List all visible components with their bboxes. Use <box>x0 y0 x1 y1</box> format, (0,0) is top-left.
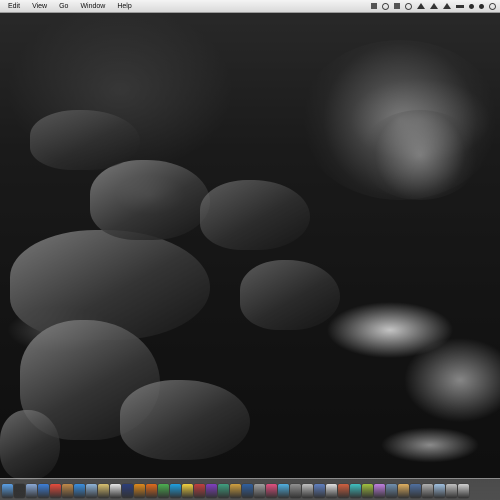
rock <box>30 110 140 170</box>
mail-icon[interactable] <box>26 484 37 498</box>
app-icon-32[interactable] <box>374 484 385 498</box>
app-icon-22[interactable] <box>254 484 265 498</box>
user-icon[interactable] <box>479 3 484 9</box>
iphoto-icon[interactable] <box>86 484 97 498</box>
volume-icon[interactable] <box>443 3 451 9</box>
rock <box>0 410 60 480</box>
addressbook-icon[interactable] <box>62 484 73 498</box>
timemachine-icon[interactable] <box>405 2 412 10</box>
menu-view[interactable]: View <box>26 3 53 10</box>
menu-edit[interactable]: Edit <box>2 3 26 10</box>
foliage <box>360 110 480 200</box>
trash-icon[interactable] <box>458 484 469 498</box>
menu-items: Edit View Go Window Help <box>0 3 138 10</box>
menu-bar: Edit View Go Window Help <box>0 0 500 13</box>
app-icon-20[interactable] <box>230 484 241 498</box>
wifi-icon[interactable] <box>430 3 438 9</box>
app-icon-24[interactable] <box>278 484 289 498</box>
skype-icon[interactable] <box>170 484 181 498</box>
app-icon-21[interactable] <box>242 484 253 498</box>
app-icon-26[interactable] <box>302 484 313 498</box>
spotlight-icon[interactable] <box>489 2 496 10</box>
textedit-icon[interactable] <box>110 484 121 498</box>
documents-stack-icon[interactable] <box>446 484 457 498</box>
preview-icon[interactable] <box>98 484 109 498</box>
app-icon-18[interactable] <box>206 484 217 498</box>
square-icon[interactable] <box>394 3 400 9</box>
rock <box>200 180 310 250</box>
desktop-wallpaper <box>0 0 500 500</box>
app-icon-27[interactable] <box>314 484 325 498</box>
menu-window[interactable]: Window <box>74 3 111 10</box>
dropbox-icon[interactable] <box>371 3 377 9</box>
rock <box>120 380 250 460</box>
menu-extras <box>371 2 500 10</box>
app-icon-31[interactable] <box>362 484 373 498</box>
app-icon-35[interactable] <box>410 484 421 498</box>
dashboard-icon[interactable] <box>14 484 25 498</box>
photoshop-icon[interactable] <box>122 484 133 498</box>
app-icon-28[interactable] <box>326 484 337 498</box>
app-icon-23[interactable] <box>266 484 277 498</box>
app-icon-25[interactable] <box>290 484 301 498</box>
app-icon-33[interactable] <box>386 484 397 498</box>
dock <box>0 478 500 500</box>
ical-icon[interactable] <box>50 484 61 498</box>
menu-go[interactable]: Go <box>53 3 74 10</box>
illustrator-icon[interactable] <box>134 484 145 498</box>
downloads-stack-icon[interactable] <box>434 484 445 498</box>
circle-icon[interactable] <box>382 2 389 10</box>
app-icon-29[interactable] <box>338 484 349 498</box>
menu-help[interactable]: Help <box>111 3 137 10</box>
rock <box>90 160 210 240</box>
clock-icon[interactable] <box>469 3 474 9</box>
notes-icon[interactable] <box>182 484 193 498</box>
battery-icon[interactable] <box>456 4 464 8</box>
itunes-icon[interactable] <box>74 484 85 498</box>
app-icon-30[interactable] <box>350 484 361 498</box>
rock <box>240 260 340 330</box>
chrome-icon[interactable] <box>158 484 169 498</box>
app-icon-36[interactable] <box>422 484 433 498</box>
safari-icon[interactable] <box>38 484 49 498</box>
firefox-icon[interactable] <box>146 484 157 498</box>
app-icon-19[interactable] <box>218 484 229 498</box>
app-icon-17[interactable] <box>194 484 205 498</box>
app-icon-34[interactable] <box>398 484 409 498</box>
finder-icon[interactable] <box>2 484 13 498</box>
bluetooth-icon[interactable] <box>417 3 425 9</box>
